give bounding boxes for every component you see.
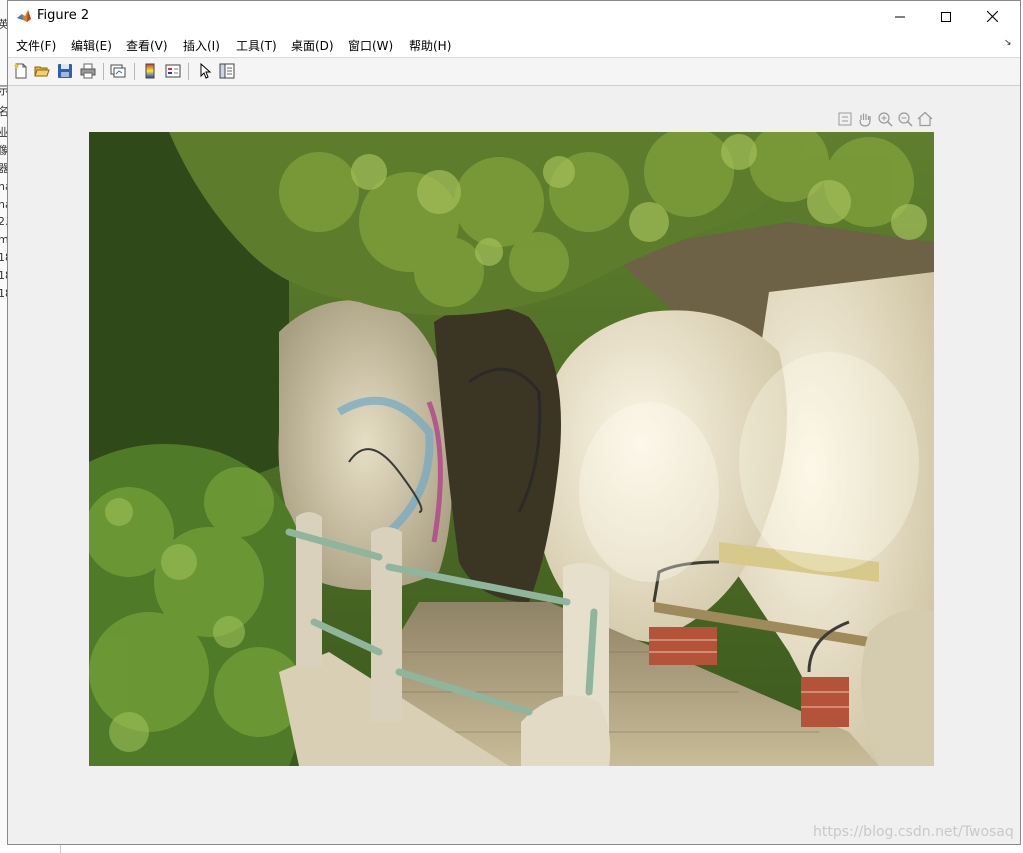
figure-toolbar: [8, 58, 1020, 86]
background-app-bottom: [0, 845, 1023, 853]
toolbar-separator: [103, 63, 104, 80]
toolbar-separator: [188, 63, 189, 80]
brush-export-button[interactable]: [836, 110, 854, 128]
zoom-in-icon: [878, 112, 893, 127]
new-figure-button[interactable]: [12, 62, 30, 80]
property-inspector-button[interactable]: [218, 62, 236, 80]
matlab-logo-icon: [16, 8, 32, 24]
divider: [60, 845, 61, 853]
maximize-icon: [941, 11, 951, 22]
close-icon: [986, 11, 998, 22]
minimize-icon: [895, 16, 905, 17]
property-inspector-icon: [219, 63, 235, 79]
title-bar[interactable]: Figure 2: [8, 1, 1020, 32]
menu-view[interactable]: 查看(V): [126, 37, 168, 54]
menu-bar: 文件(F) 编辑(E) 查看(V) 插入(I) 工具(T) 桌面(D) 窗口(W…: [8, 32, 1020, 58]
figure-window: Figure 2 文件(F) 编辑(E) 查看(V) 插入(I) 工具(T) 桌…: [7, 0, 1021, 845]
save-icon: [58, 64, 72, 78]
menu-desktop[interactable]: 桌面(D): [291, 37, 334, 54]
edit-plot-button[interactable]: [196, 62, 214, 80]
open-file-icon: [34, 66, 50, 77]
zoom-out-button[interactable]: [896, 110, 914, 128]
link-plot-button[interactable]: [109, 62, 127, 80]
zoom-in-button[interactable]: [876, 110, 894, 128]
photo-image: [89, 132, 934, 766]
pan-hand-icon: [859, 113, 871, 127]
insert-legend-button[interactable]: [164, 62, 182, 80]
insert-colorbar-button[interactable]: [141, 62, 159, 80]
open-file-button[interactable]: [33, 62, 51, 80]
link-plot-icon: [110, 64, 126, 78]
new-figure-icon: [14, 63, 27, 79]
dock-arrow-icon[interactable]: ↘: [1004, 38, 1012, 48]
axes-toolbar: [836, 110, 934, 128]
edit-plot-arrow-icon: [200, 63, 212, 79]
home-button[interactable]: [916, 110, 934, 128]
menu-insert[interactable]: 插入(I): [183, 37, 220, 54]
figure-canvas[interactable]: https://blog.csdn.net/Twosaq: [8, 86, 1020, 844]
minimize-button[interactable]: [877, 1, 923, 32]
pan-button[interactable]: [856, 110, 874, 128]
home-icon: [917, 111, 933, 127]
image-axes[interactable]: [89, 132, 934, 766]
close-button[interactable]: [969, 1, 1015, 32]
zoom-out-icon: [898, 112, 913, 127]
menu-edit[interactable]: 编辑(E): [71, 37, 112, 54]
insert-legend-icon: [165, 64, 181, 78]
print-icon: [80, 63, 96, 79]
toolbar-separator: [134, 63, 135, 80]
save-button[interactable]: [56, 62, 74, 80]
watermark-text: https://blog.csdn.net/Twosaq: [813, 824, 1014, 840]
menu-window[interactable]: 窗口(W): [348, 37, 393, 54]
menu-file[interactable]: 文件(F): [16, 37, 56, 54]
print-button[interactable]: [79, 62, 97, 80]
menu-help[interactable]: 帮助(H): [409, 37, 451, 54]
brush-export-icon: [838, 112, 852, 126]
maximize-button[interactable]: [923, 1, 969, 32]
menu-tools[interactable]: 工具(T): [236, 37, 277, 54]
insert-colorbar-icon: [145, 63, 155, 79]
window-title: Figure 2: [37, 8, 90, 23]
